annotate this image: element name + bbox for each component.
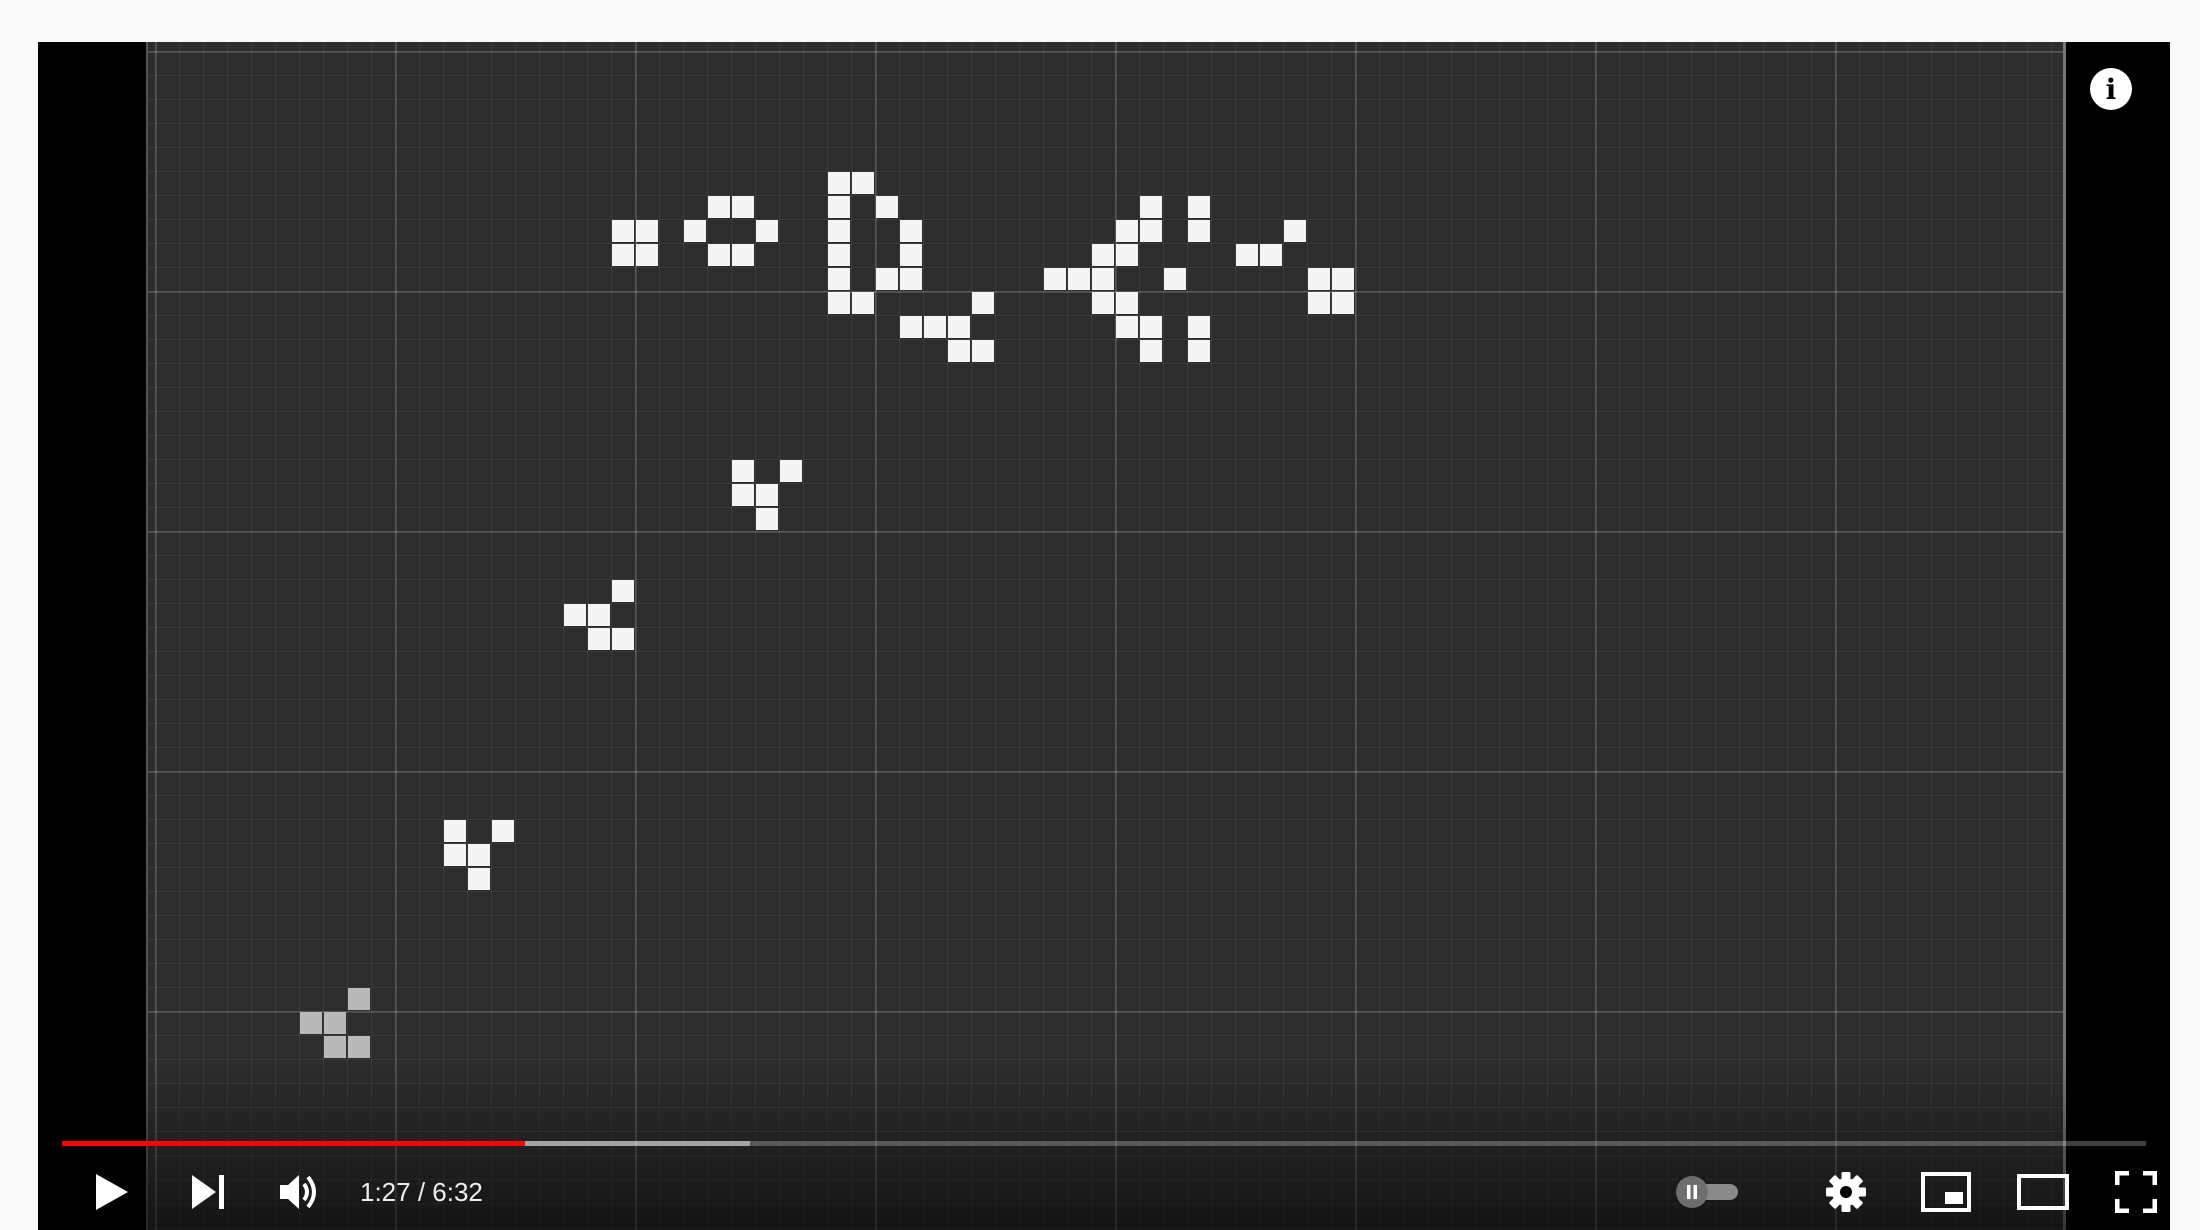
live-cell xyxy=(1116,316,1138,338)
live-cell xyxy=(468,868,490,890)
faded-live-cell xyxy=(324,1012,346,1034)
live-cell xyxy=(1332,268,1354,290)
live-cell xyxy=(780,460,802,482)
live-cell xyxy=(588,628,610,650)
live-cell xyxy=(1092,244,1114,266)
live-cell xyxy=(732,196,754,218)
live-cell xyxy=(612,580,634,602)
live-cell xyxy=(708,196,730,218)
live-cell xyxy=(948,340,970,362)
live-cell xyxy=(1092,292,1114,314)
live-cell xyxy=(900,220,922,242)
live-cell xyxy=(900,244,922,266)
live-cell xyxy=(1332,292,1354,314)
live-cell xyxy=(732,244,754,266)
live-cell xyxy=(444,820,466,842)
live-cell xyxy=(828,172,850,194)
live-cell xyxy=(1284,220,1306,242)
live-cell xyxy=(972,340,994,362)
live-cell xyxy=(828,244,850,266)
live-cell xyxy=(900,316,922,338)
settings-gear-icon[interactable] xyxy=(1816,1162,1876,1222)
live-cell xyxy=(636,220,658,242)
volume-icon[interactable] xyxy=(270,1162,330,1222)
live-cell xyxy=(1308,292,1330,314)
live-cell xyxy=(636,244,658,266)
live-cell xyxy=(1188,340,1210,362)
live-cell xyxy=(732,460,754,482)
live-cell xyxy=(1308,268,1330,290)
live-cell xyxy=(1140,196,1162,218)
time-display: 1:27 / 6:32 xyxy=(360,1162,483,1222)
live-cell xyxy=(588,604,610,626)
next-icon[interactable] xyxy=(178,1162,238,1222)
live-cell xyxy=(1188,316,1210,338)
fullscreen-icon[interactable] xyxy=(2106,1162,2166,1222)
live-cell xyxy=(732,484,754,506)
live-cell xyxy=(828,268,850,290)
progress-bar[interactable] xyxy=(62,1141,2146,1146)
live-cell xyxy=(1236,244,1258,266)
live-cell xyxy=(828,220,850,242)
game-of-life-board xyxy=(146,42,2066,1230)
live-cell xyxy=(876,268,898,290)
live-cell xyxy=(1140,340,1162,362)
live-cell xyxy=(1068,268,1090,290)
live-cell xyxy=(1188,196,1210,218)
info-icon[interactable]: i xyxy=(2090,68,2132,110)
live-cell xyxy=(876,196,898,218)
live-cell xyxy=(1140,220,1162,242)
faded-live-cell xyxy=(348,1036,370,1058)
faded-live-cell xyxy=(300,1012,322,1034)
faded-live-cell xyxy=(348,988,370,1010)
live-cell xyxy=(1140,316,1162,338)
time-current: 1:27 xyxy=(360,1176,411,1207)
autoplay-toggle-icon[interactable] xyxy=(1668,1162,1748,1222)
player-controls: 1:27 / 6:32 xyxy=(38,1162,2170,1222)
live-cell xyxy=(1044,268,1066,290)
live-cell xyxy=(852,172,874,194)
live-cell xyxy=(1164,268,1186,290)
faded-live-cell xyxy=(324,1036,346,1058)
live-cell xyxy=(708,244,730,266)
live-cell xyxy=(1092,268,1114,290)
live-cell xyxy=(828,292,850,314)
live-cell xyxy=(564,604,586,626)
live-cell xyxy=(1116,244,1138,266)
live-cell xyxy=(492,820,514,842)
live-cell xyxy=(612,220,634,242)
time-duration: 6:32 xyxy=(432,1176,483,1207)
video-player[interactable]: i 1:27 / 6:32 xyxy=(38,42,2170,1230)
live-cell xyxy=(468,844,490,866)
live-cell xyxy=(1116,220,1138,242)
live-cell xyxy=(972,292,994,314)
theater-mode-icon[interactable] xyxy=(2008,1162,2078,1222)
live-cell xyxy=(1188,220,1210,242)
live-cell xyxy=(900,268,922,290)
live-cell xyxy=(756,508,778,530)
live-cell xyxy=(852,292,874,314)
progress-played xyxy=(62,1141,525,1146)
live-cell xyxy=(756,220,778,242)
live-cell xyxy=(444,844,466,866)
play-icon[interactable] xyxy=(82,1162,142,1222)
live-cell xyxy=(1116,292,1138,314)
miniplayer-icon[interactable] xyxy=(1914,1162,1978,1222)
live-cell xyxy=(612,628,634,650)
time-separator: / xyxy=(410,1176,433,1207)
live-cell xyxy=(756,484,778,506)
live-cell xyxy=(1260,244,1282,266)
live-cell xyxy=(948,316,970,338)
live-cell xyxy=(924,316,946,338)
live-cell xyxy=(612,244,634,266)
live-cell xyxy=(684,220,706,242)
live-cell xyxy=(828,196,850,218)
